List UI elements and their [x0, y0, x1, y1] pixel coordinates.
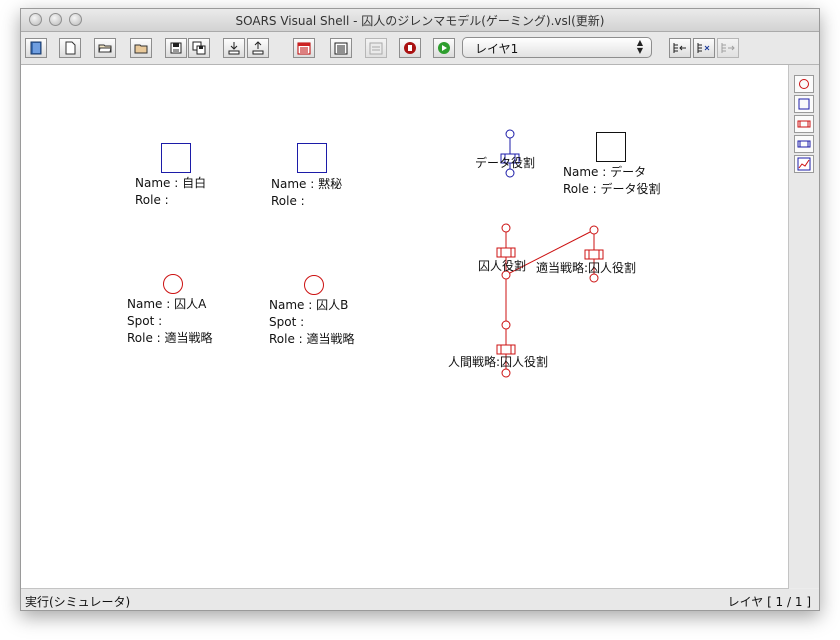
- folder-button[interactable]: [130, 38, 152, 58]
- data-role-top-port[interactable]: [505, 129, 515, 139]
- save-icon: [170, 42, 182, 54]
- agent-icon[interactable]: [161, 143, 191, 173]
- layer-remove-button[interactable]: [693, 38, 715, 58]
- open-folder-button[interactable]: [94, 38, 116, 58]
- spot-icon[interactable]: [163, 274, 183, 294]
- new-document-button[interactable]: [59, 38, 81, 58]
- title-bar: SOARS Visual Shell - 囚人のジレンマモデル(ゲーミング).v…: [21, 9, 819, 32]
- agent-tool-button[interactable]: [794, 95, 814, 113]
- save-all-icon: [192, 41, 206, 55]
- play-icon: [438, 42, 450, 54]
- agent-role-label: Role :: [135, 193, 169, 207]
- tekito-role-top-port[interactable]: [589, 225, 599, 235]
- chart-tool-icon: [797, 157, 811, 171]
- agent-role-label: Role :: [271, 194, 305, 208]
- spot-icon[interactable]: [304, 275, 324, 295]
- export-icon: [252, 41, 264, 55]
- spot-name-label: Name : 囚人A: [127, 297, 207, 311]
- new-document-icon: [65, 41, 76, 55]
- layer-select[interactable]: レイヤ1 ▲ ▼: [462, 37, 652, 58]
- open-book-icon: [30, 41, 42, 55]
- import-button[interactable]: [223, 38, 245, 58]
- agent-icon[interactable]: [596, 132, 626, 162]
- play-button[interactable]: [433, 38, 455, 58]
- open-folder-icon: [98, 44, 112, 53]
- prisoner-role-label: 囚人役割: [478, 259, 527, 273]
- stop-icon: [404, 42, 416, 54]
- agent-tool-icon: [798, 98, 810, 110]
- spot-role-label: Role : 適当戦略: [127, 331, 213, 345]
- disabled-calendar-icon: [369, 42, 383, 55]
- role-blue-tool-button[interactable]: [794, 135, 814, 153]
- spot-tool-icon: [799, 79, 809, 89]
- layer-select-value: レイヤ1: [475, 42, 519, 56]
- agent-name-label: Name : 自白: [135, 176, 207, 190]
- save-button[interactable]: [165, 38, 187, 58]
- calendar-red-icon: [297, 42, 311, 55]
- layer-add-button[interactable]: [669, 38, 691, 58]
- data-role-label: データ役割: [475, 156, 536, 170]
- human-role-top-port[interactable]: [501, 320, 511, 330]
- human-role-label: 人間戦略:囚人役割: [448, 355, 549, 369]
- role-blue-tool-icon: [797, 140, 811, 148]
- spot-role-label: Role : 適当戦略: [269, 332, 355, 346]
- export-button[interactable]: [247, 38, 269, 58]
- spot-name-label: Name : 囚人B: [269, 298, 349, 312]
- status-bar: 実行(シミュレータ) レイヤ [ 1 / 1 ]: [21, 589, 819, 610]
- prisoner-role-top-port[interactable]: [501, 223, 511, 233]
- toolbar: レイヤ1 ▲ ▼: [21, 32, 819, 65]
- open-book-button[interactable]: [25, 38, 47, 58]
- window-title: SOARS Visual Shell - 囚人のジレンマモデル(ゲーミング).v…: [235, 14, 605, 28]
- disabled-calendar-button: [365, 38, 387, 58]
- human-role-box[interactable]: [496, 344, 516, 355]
- tekito-role-label: 適当戦略:囚人役割: [536, 261, 637, 275]
- layer-indicator: レイヤ [ 1 / 1 ]: [727, 595, 811, 609]
- agent-name-label: Name : データ: [563, 165, 647, 179]
- layer-add-icon: [673, 43, 686, 53]
- role-red-tool-icon: [797, 120, 811, 128]
- app-window: SOARS Visual Shell - 囚人のジレンマモデル(ゲーミング).v…: [20, 8, 820, 611]
- list-icon: [334, 42, 348, 55]
- prisoner-role-box[interactable]: [496, 247, 516, 258]
- calendar-button[interactable]: [293, 38, 315, 58]
- list-button[interactable]: [330, 38, 352, 58]
- agent-icon[interactable]: [297, 143, 327, 173]
- status-mode: 実行(シミュレータ): [25, 595, 131, 609]
- agent-name-label: Name : 黙秘: [271, 177, 343, 191]
- role-red-tool-button[interactable]: [794, 115, 814, 133]
- select-arrows-icon: ▲ ▼: [636, 38, 643, 55]
- layer-remove-icon: [697, 43, 710, 53]
- layer-forward-button: [717, 38, 739, 58]
- spot-spot-label: Spot :: [127, 314, 163, 328]
- agent-role-label: Role : データ役割: [563, 182, 661, 196]
- diagram-canvas[interactable]: Name : 自白 Role : Name : 黙秘 Role : Name :…: [21, 65, 789, 589]
- chart-tool-button[interactable]: [794, 155, 814, 173]
- tool-palette: [789, 65, 819, 588]
- spot-tool-button[interactable]: [794, 75, 814, 93]
- tekito-role-box[interactable]: [584, 249, 604, 260]
- save-all-button[interactable]: [188, 38, 210, 58]
- stop-button[interactable]: [399, 38, 421, 58]
- folder-icon: [134, 44, 148, 54]
- layer-forward-icon: [721, 43, 735, 53]
- spot-spot-label: Spot :: [269, 315, 305, 329]
- import-icon: [228, 42, 240, 55]
